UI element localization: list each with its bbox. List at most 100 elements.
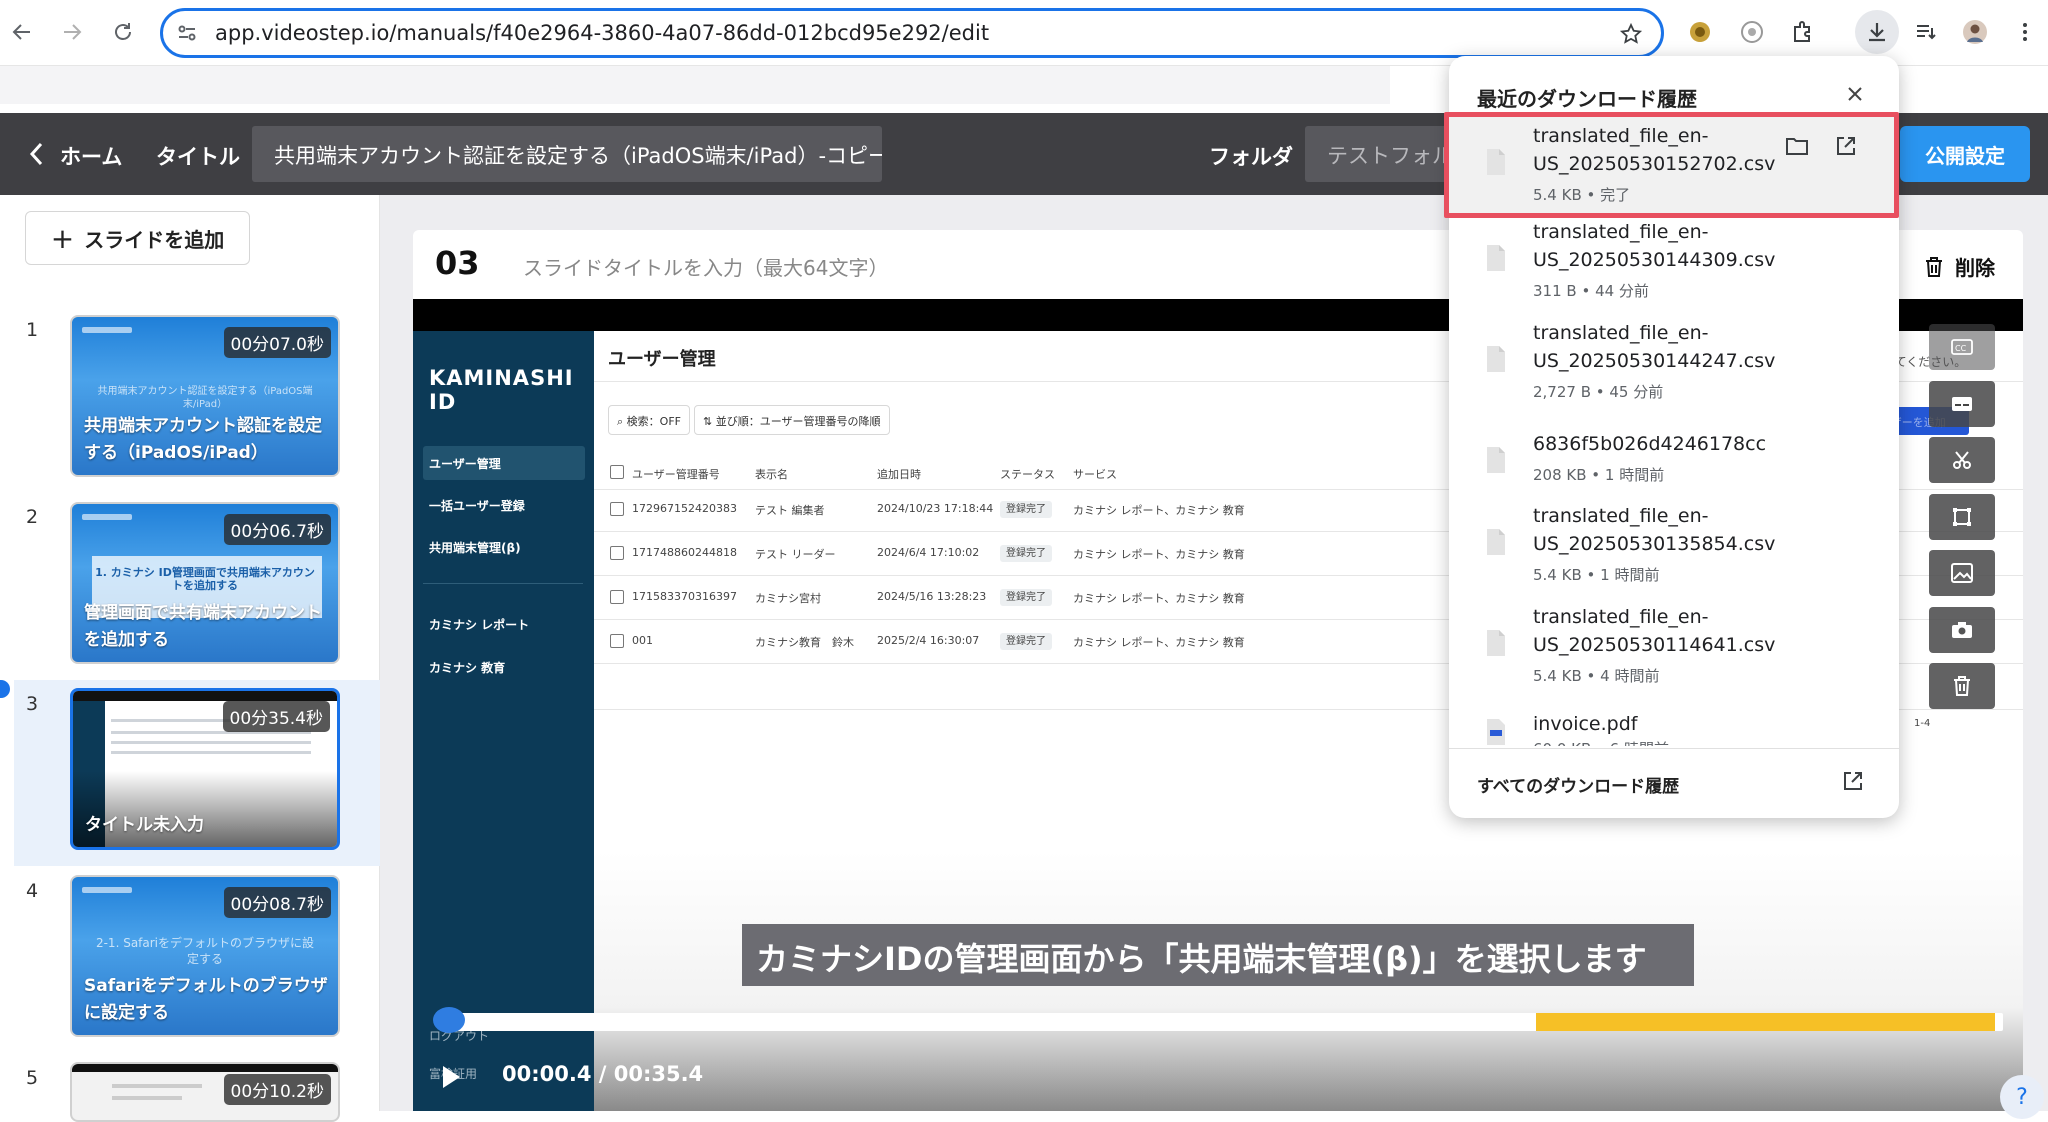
extension-icon[interactable]: [1680, 12, 1720, 52]
video-cell: カミナシ レポート、カミナシ 教育: [1073, 636, 1245, 649]
video-cell: カミナシ レポート、カミナシ 教育: [1073, 548, 1245, 561]
folder-label: フォルダ: [1209, 145, 1293, 169]
scissors-icon[interactable]: [1929, 437, 1995, 483]
image-icon[interactable]: [1929, 550, 1995, 596]
download-item[interactable]: translated_file_en- US_20250530114641.cs…: [1449, 606, 1899, 709]
chevron-left-icon[interactable]: [28, 140, 46, 168]
slide-thumbnail-5[interactable]: 00分10.2秒: [70, 1062, 340, 1122]
download-meta: 2,727 B • 45 分前: [1533, 383, 1664, 401]
slide-title-input[interactable]: スライドタイトルを入力（最大64文字）: [523, 252, 888, 281]
slide-duration: 00分07.0秒: [223, 327, 331, 358]
thumb-row: [111, 741, 311, 744]
slide-number: 2: [26, 506, 39, 528]
menu-kebab-icon[interactable]: [2005, 12, 2045, 52]
all-downloads-link[interactable]: すべてのダウンロード履歴: [1477, 772, 1679, 797]
home-link[interactable]: ホーム: [60, 141, 122, 171]
folder-icon[interactable]: [1785, 136, 1809, 156]
page-top-band: [0, 66, 1390, 104]
subtitle-icon[interactable]: [1929, 381, 1995, 427]
slide-thumbnail-2[interactable]: 00分06.7秒 1. カミナシ ID管理画面で共用端末アカウントを追加する 管…: [70, 502, 340, 664]
file-icon: [1485, 528, 1507, 556]
thumb-subtext: 1. カミナシ ID管理画面で共用端末アカウントを追加する: [95, 566, 315, 592]
extensions-puzzle-icon[interactable]: [1783, 12, 1823, 52]
download-filename: translated_file_en-: [1533, 221, 1709, 243]
publish-settings-button[interactable]: 公開設定: [1900, 126, 2030, 182]
video-status-badge: 登録完了: [1000, 500, 1052, 518]
current-marker-icon: [0, 680, 10, 698]
thumb-logo: [82, 327, 132, 333]
video-checkbox: [610, 502, 624, 516]
thumb-row: [112, 1084, 202, 1088]
video-nav-item: 一括ユーザー登録: [429, 499, 525, 513]
download-item[interactable]: translated_file_en- US_20250530144247.cs…: [1449, 322, 1899, 427]
video-status-badge: 登録完了: [1000, 588, 1052, 606]
address-bar[interactable]: app.videostep.io/manuals/f40e2964-3860-4…: [160, 8, 1664, 58]
slide-thumbnail-1[interactable]: 00分07.0秒 共用端末アカウント認証を設定する（iPadOS端末/iPad）…: [70, 315, 340, 477]
download-filename: translated_file_en-: [1533, 606, 1709, 628]
add-slide-button[interactable]: + スライドを追加: [25, 211, 250, 265]
download-meta: 208 KB • 1 時間前: [1533, 466, 1665, 484]
play-icon[interactable]: [440, 1064, 462, 1090]
crop-icon[interactable]: [1929, 494, 1995, 540]
slide-number: 3: [26, 693, 39, 715]
download-item[interactable]: 6836f5b026d4246178cc 208 KB • 1 時間前: [1449, 433, 1899, 506]
help-icon[interactable]: ?: [2000, 1075, 2044, 1119]
video-progress-bar[interactable]: [445, 1013, 2003, 1031]
avatar[interactable]: [1955, 12, 1995, 52]
delete-label: 削除: [1955, 256, 1995, 280]
video-col-header: ユーザー管理番号: [632, 468, 720, 481]
trash-tool-icon[interactable]: [1929, 663, 1995, 709]
slide-number-display: 03: [435, 244, 480, 282]
slide-thumbnail-4[interactable]: 00分08.7秒 2-1. Safariをデフォルトのブラウザに設定する Saf…: [70, 875, 340, 1037]
slide-number: 5: [26, 1067, 39, 1089]
title-label: タイトル: [156, 145, 240, 169]
download-icon[interactable]: [1855, 10, 1899, 54]
manual-title-input[interactable]: 共用端末アカウント認証を設定する（iPadOS端末/iPad）-コピー: [252, 126, 882, 182]
slide-thumbnail-3[interactable]: 00分35.4秒 タイトル未入力: [70, 688, 340, 850]
slide-number: 4: [26, 880, 39, 902]
video-status-badge-label: 登録完了: [1000, 633, 1052, 650]
slide-list-panel: + スライドを追加 1 00分07.0秒 共用端末アカウント認証を設定する（iP…: [0, 195, 380, 1122]
download-filename: 6836f5b026d4246178cc: [1533, 433, 1767, 455]
bookmark-star-icon[interactable]: [1619, 22, 1643, 46]
back-icon[interactable]: [2, 12, 42, 52]
video-cell: 2024/5/16 13:28:23: [877, 590, 987, 603]
video-checkbox: [610, 634, 624, 648]
video-cell: 2024/10/23 17:18:44: [877, 502, 994, 515]
caption-cc-icon[interactable]: CC: [1929, 324, 1995, 370]
open-external-icon[interactable]: [1842, 770, 1864, 792]
extension-icon-2[interactable]: [1732, 12, 1772, 52]
file-icon: [1485, 446, 1507, 474]
video-status-badge-label: 登録完了: [1000, 501, 1052, 518]
download-filename: US_20250530152702.csv: [1533, 153, 1776, 175]
file-icon: [1485, 244, 1507, 272]
download-item[interactable]: invoice.pdf 60.0 KB • 6 時間前: [1449, 710, 1899, 746]
download-meta: 5.4 KB • 4 時間前: [1533, 667, 1660, 685]
downloads-popup: 最近のダウンロード履歴 translated_file_en- US_20250…: [1444, 56, 1899, 818]
thumb-logo: [82, 514, 132, 520]
download-filename: invoice.pdf: [1533, 713, 1638, 735]
video-nav-item: 共用端末管理(β): [429, 541, 521, 555]
camera-icon[interactable]: [1929, 607, 1995, 653]
download-item[interactable]: translated_file_en- US_20250530152702.cs…: [1449, 122, 1899, 222]
slide-duration: 00分06.7秒: [223, 514, 331, 545]
reading-list-icon[interactable]: [1906, 12, 1946, 52]
slide-caption: 共用端末アカウント認証を設定する（iPadOS/iPad）: [84, 416, 322, 463]
download-meta: 5.4 KB • 完了: [1533, 186, 1631, 204]
video-search-chip-label: 検索：OFF: [626, 415, 681, 428]
site-settings-icon[interactable]: [175, 21, 199, 45]
download-item[interactable]: translated_file_en- US_20250530144309.cs…: [1449, 221, 1899, 326]
file-icon: [1485, 345, 1507, 373]
close-icon[interactable]: [1839, 78, 1871, 110]
download-filename: translated_file_en-: [1533, 125, 1709, 147]
video-status-badge-label: 登録完了: [1000, 589, 1052, 606]
delete-slide-button[interactable]: 削除: [1923, 252, 1995, 281]
download-filename: translated_file_en-: [1533, 505, 1709, 527]
video-progress-knob[interactable]: [433, 1007, 465, 1033]
download-item[interactable]: translated_file_en- US_20250530135854.cs…: [1449, 505, 1899, 608]
downloads-title: 最近のダウンロード履歴: [1477, 87, 1697, 111]
video-status-badge: 登録完了: [1000, 544, 1052, 562]
open-external-icon[interactable]: [1835, 135, 1857, 157]
reload-icon[interactable]: [103, 12, 143, 52]
forward-icon[interactable]: [52, 12, 92, 52]
